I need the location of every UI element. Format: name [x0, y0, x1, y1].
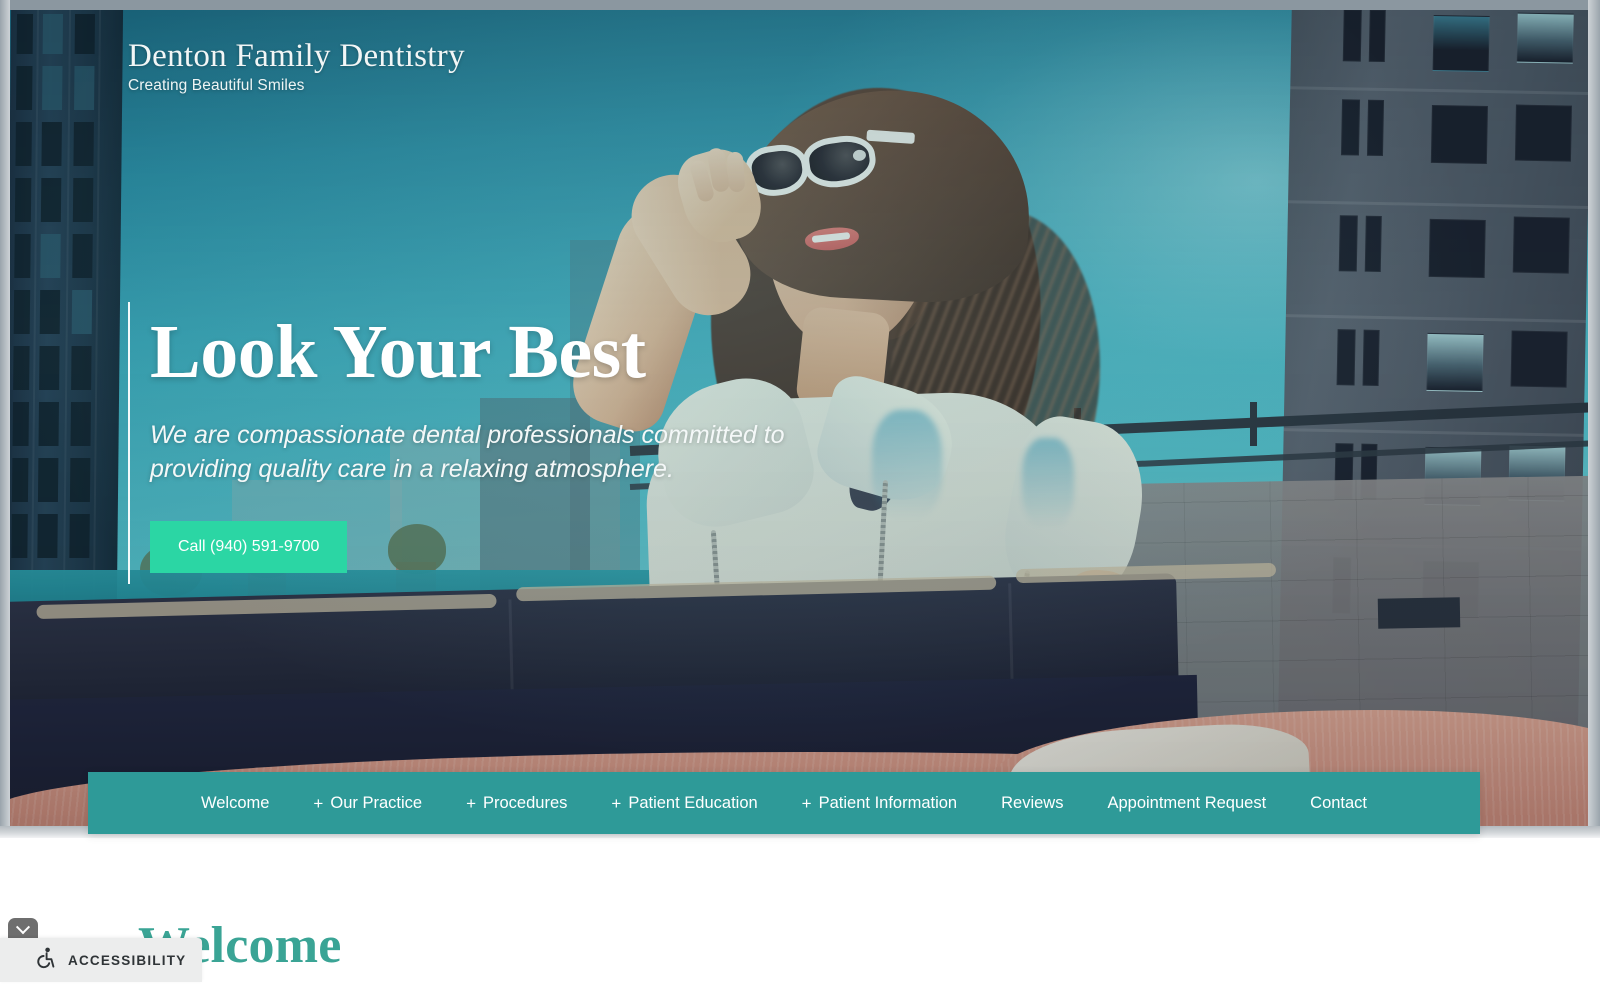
- nav-item-patient-information[interactable]: + Patient Information: [780, 794, 979, 813]
- page-frame-right-border: [1588, 0, 1600, 838]
- nav-item-welcome[interactable]: Welcome: [179, 794, 291, 813]
- nav-item-label: Patient Education: [628, 793, 758, 812]
- accessibility-widget[interactable]: ACCESSIBILITY: [0, 938, 202, 982]
- nav-item-our-practice[interactable]: + Our Practice: [291, 794, 444, 813]
- site-logo-title: Denton Family Dentistry: [128, 38, 465, 74]
- call-phone-button[interactable]: Call (940) 591-9700: [150, 520, 348, 573]
- hero-copy-block: Look Your Best We are compassionate dent…: [150, 310, 1050, 573]
- nav-item-label: Our Practice: [330, 793, 423, 812]
- nav-item-label: Welcome: [200, 793, 270, 812]
- hero-accent-rule: [128, 302, 130, 584]
- page-frame-left-border: [0, 0, 10, 838]
- site-logo-tagline: Creating Beautiful Smiles: [128, 76, 305, 94]
- nav-item-label: Procedures: [483, 793, 568, 812]
- nav-item-procedures[interactable]: + Procedures: [444, 794, 589, 813]
- nav-item-label: Reviews: [1001, 793, 1064, 812]
- plus-icon: +: [801, 793, 812, 813]
- nav-item-label: Contact: [1310, 793, 1368, 812]
- accessibility-label: ACCESSIBILITY: [68, 952, 187, 968]
- nav-item-label: Patient Information: [818, 793, 958, 812]
- hero-banner: Denton Family Dentistry Creating Beautif…: [10, 10, 1588, 828]
- wheelchair-icon: [36, 947, 56, 974]
- nav-item-reviews[interactable]: Reviews: [979, 794, 1085, 813]
- chevron-down-icon: [15, 920, 31, 935]
- nav-item-appointment-request[interactable]: Appointment Request: [1085, 794, 1288, 813]
- page-frame-top-border: [0, 0, 1600, 10]
- plus-icon: +: [466, 793, 476, 813]
- nav-item-contact[interactable]: Contact: [1288, 794, 1389, 813]
- nav-item-patient-education[interactable]: + Patient Education: [589, 794, 779, 813]
- nav-item-label: Appointment Request: [1107, 793, 1267, 812]
- hero-heading: Look Your Best: [150, 310, 646, 394]
- browser-page: Denton Family Dentistry Creating Beautif…: [0, 0, 1600, 1000]
- site-logo[interactable]: Denton Family Dentistry Creating Beautif…: [128, 38, 465, 95]
- main-navigation: Welcome + Our Practice + Procedures + Patient …: [88, 772, 1480, 834]
- plus-icon: +: [611, 793, 622, 813]
- plus-icon: +: [313, 793, 324, 813]
- welcome-section: Welcome: [0, 838, 1600, 1000]
- hero-subheading: We are compassionate dental professional…: [150, 420, 785, 484]
